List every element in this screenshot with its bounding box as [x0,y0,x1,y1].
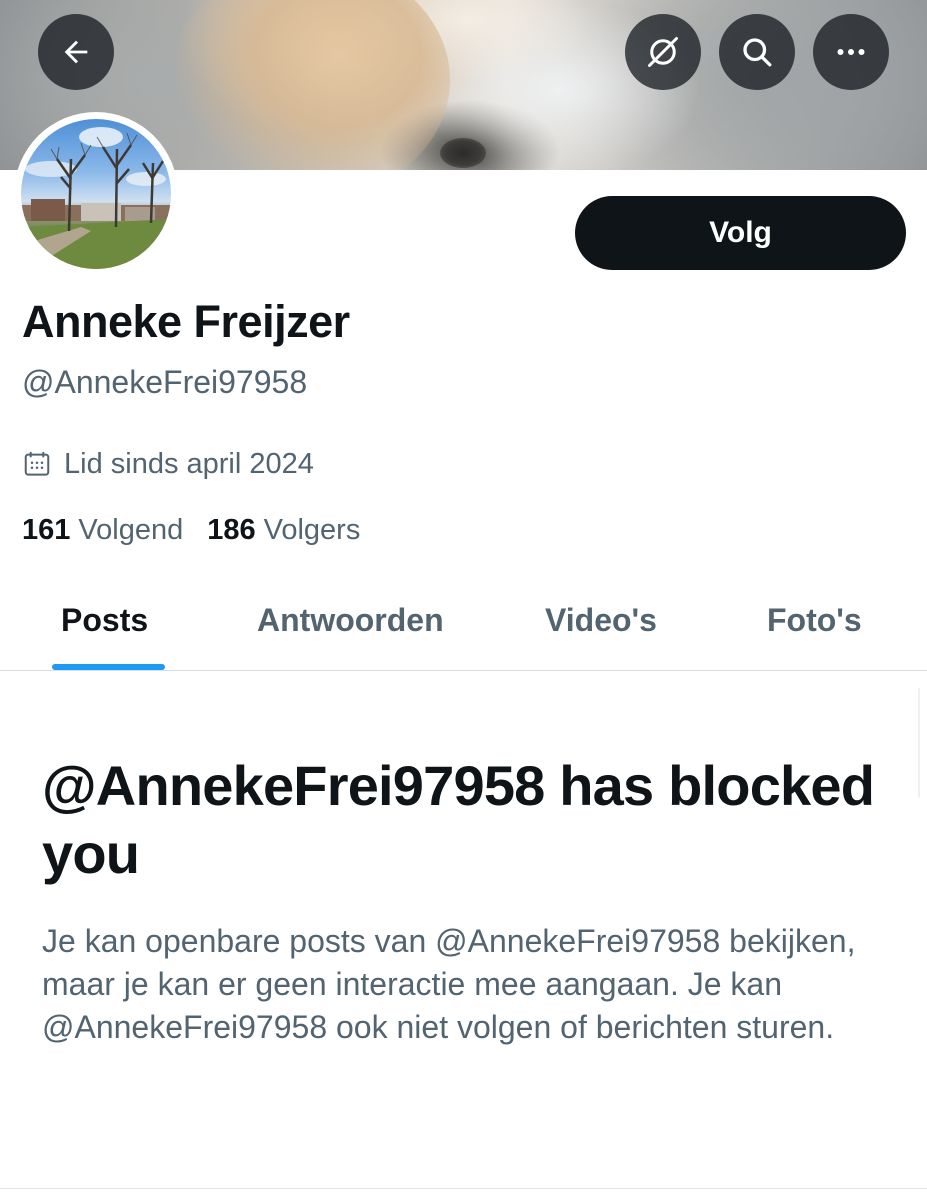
following-count: 161 [22,514,71,546]
grok-icon [648,37,678,67]
calendar-icon [22,449,52,479]
profile-tabs: Posts Antwoorden Video's Foto's [0,570,927,671]
followers-link[interactable]: 186 Volgers [207,514,360,547]
follow-button[interactable]: Volg [575,196,906,270]
following-link[interactable]: 161 Volgend [22,514,183,547]
blocked-title: @AnnekeFrei97958 has blocked you [42,754,875,885]
avatar[interactable] [14,112,178,276]
scrollbar[interactable] [918,688,920,798]
profile-page: Volg Anneke Freijzer @AnnekeFrei97958 Li… [0,0,927,1200]
joined-date: Lid sinds april 2024 [22,446,314,482]
back-button[interactable] [38,14,114,90]
divider [0,1188,927,1189]
blocked-description: Je kan openbare posts van @AnnekeFrei979… [42,923,856,1045]
banner-dog-fur [170,0,450,170]
profile-handle: @AnnekeFrei97958 [22,364,308,400]
profile-stats: 161 Volgend 186 Volgers [22,514,384,547]
joined-date-text: Lid sinds april 2024 [64,447,314,480]
arrow-left-icon [64,40,88,64]
active-tab-indicator [52,664,165,670]
tab-videos[interactable]: Video's [545,570,657,670]
avatar-landscape-image [21,127,171,269]
more-button[interactable] [813,14,889,90]
followers-label: Volgers [263,514,361,546]
banner-dog-nose [440,138,486,168]
followers-count: 186 [207,514,256,546]
tab-photos[interactable]: Foto's [767,570,862,670]
avatar-image [21,119,171,269]
search-button[interactable] [719,14,795,90]
more-horizontal-icon [837,49,865,55]
grok-button[interactable] [625,14,701,90]
tab-posts[interactable]: Posts [61,570,148,670]
following-label: Volgend [78,514,184,546]
search-icon [743,38,772,67]
profile-display-name: Anneke Freijzer [22,296,350,347]
tab-replies[interactable]: Antwoorden [257,570,444,670]
